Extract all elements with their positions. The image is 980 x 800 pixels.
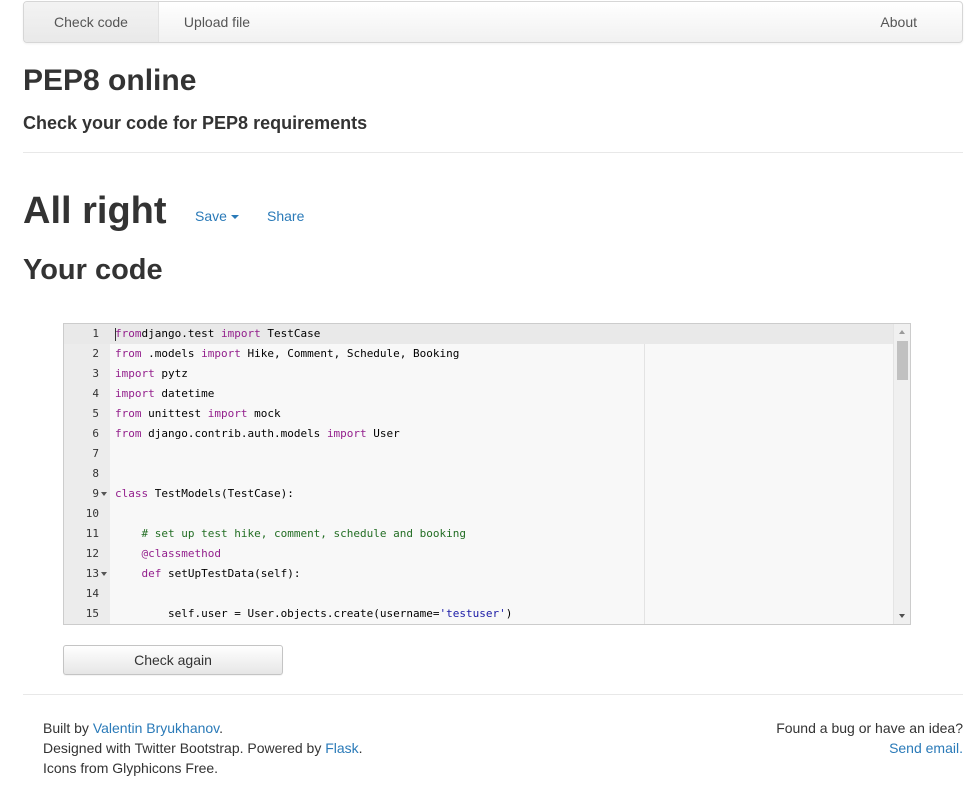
footer-divider — [23, 694, 963, 695]
code-line: 14 — [64, 584, 894, 604]
footer-icons: Icons from Glyphicons Free. — [43, 760, 219, 776]
line-number: 2 — [92, 347, 99, 360]
code-text: @classmethod — [141, 547, 221, 560]
line-number: 1 — [92, 327, 99, 340]
footer-left: Built by Valentin Bryukhanov. Designed w… — [43, 718, 363, 778]
line-number: 14 — [85, 587, 99, 600]
top-navbar: Check code Upload file About — [23, 1, 963, 43]
check-again-button[interactable]: Check again — [63, 645, 283, 675]
code-line: 10 — [64, 504, 894, 524]
code-text: from unittest import mock — [115, 407, 281, 420]
code-text: class TestModels(TestCase): — [115, 487, 294, 500]
line-number: 13 — [85, 567, 99, 580]
footer-built-by: Built by Valentin Bryukhanov. — [43, 718, 363, 738]
code-text: self.user = User.objects.create(username… — [115, 607, 513, 620]
code-section-title: Your code — [23, 254, 163, 286]
line-number: 12 — [85, 547, 99, 560]
line-number: 15 — [85, 607, 99, 620]
scroll-down-arrow-icon[interactable] — [899, 614, 905, 618]
code-text: fromdjango.test import TestCase — [115, 327, 321, 340]
line-number: 6 — [92, 427, 99, 440]
code-line: 4 import datetime — [64, 384, 894, 404]
code-line: 3 import pytz — [64, 364, 894, 384]
code-line: 2 from .models import Hike, Comment, Sche… — [64, 344, 894, 364]
code-text: import pytz — [115, 367, 188, 380]
fold-arrow-icon[interactable] — [101, 572, 107, 576]
save-label: Save — [195, 208, 227, 224]
page-title: PEP8 online — [23, 64, 197, 97]
designed-suffix: . — [358, 740, 363, 756]
scroll-up-arrow-icon[interactable] — [899, 330, 905, 334]
code-line: 8 — [64, 464, 894, 484]
line-number: 10 — [85, 507, 99, 520]
code-line: 12 @classmethod — [64, 544, 894, 564]
line-number: 7 — [92, 447, 99, 460]
line-number: 3 — [92, 367, 99, 380]
designed-text: Designed with Twitter Bootstrap. Powered… — [43, 740, 326, 756]
code-text: from .models import Hike, Comment, Sched… — [115, 347, 460, 360]
line-number: 9 — [92, 487, 99, 500]
author-link[interactable]: Valentin Bryukhanov — [93, 720, 219, 736]
built-by-suffix: . — [219, 720, 224, 736]
header-divider — [23, 152, 963, 153]
line-number: 8 — [92, 467, 99, 480]
editor-scrollbar[interactable] — [893, 324, 910, 624]
code-line: 15 self.user = User.objects.create(usern… — [64, 604, 894, 624]
nav-check-code[interactable]: Check code — [24, 2, 159, 42]
built-by-text: Built by — [43, 720, 93, 736]
nav-about[interactable]: About — [880, 2, 917, 42]
line-number: 11 — [85, 527, 99, 540]
code-text: # set up test hike, comment, schedule an… — [141, 527, 467, 540]
code-line: 11 # set up test hike, comment, schedule… — [64, 524, 894, 544]
code-line: 13 def setUpTestData(self): — [64, 564, 894, 584]
code-text: from django.contrib.auth.models import U… — [115, 427, 400, 440]
bug-text: Found a bug or have an idea? — [776, 720, 963, 736]
code-editor[interactable]: 1 fromdjango.test import TestCase 2 from .m… — [63, 323, 911, 625]
code-line: 7 — [64, 444, 894, 464]
code-text: def setUpTestData(self): — [141, 567, 301, 580]
flask-link[interactable]: Flask — [325, 740, 358, 756]
send-email-link[interactable]: Send email. — [889, 740, 963, 756]
caret-down-icon — [230, 215, 239, 220]
code-text: import datetime — [115, 387, 215, 400]
line-number: 5 — [92, 407, 99, 420]
code-line: 9 class TestModels(TestCase): — [64, 484, 894, 504]
result-title: All right — [23, 190, 167, 232]
fold-arrow-icon[interactable] — [101, 492, 107, 496]
scrollbar-thumb[interactable] — [897, 341, 908, 380]
nav-upload-file[interactable]: Upload file — [160, 2, 274, 42]
line-number: 4 — [92, 387, 99, 400]
code-line: 5 from unittest import mock — [64, 404, 894, 424]
footer-designed: Designed with Twitter Bootstrap. Powered… — [43, 738, 363, 758]
share-link[interactable]: Share — [267, 208, 304, 224]
code-line: 6 from django.contrib.auth.models import … — [64, 424, 894, 444]
code-line: 1 fromdjango.test import TestCase — [64, 324, 894, 344]
footer-right: Found a bug or have an idea? Send email. — [776, 718, 963, 758]
text-cursor — [115, 328, 116, 341]
save-dropdown[interactable]: Save — [195, 208, 239, 224]
page-subtitle: Check your code for PEP8 requirements — [23, 113, 368, 133]
